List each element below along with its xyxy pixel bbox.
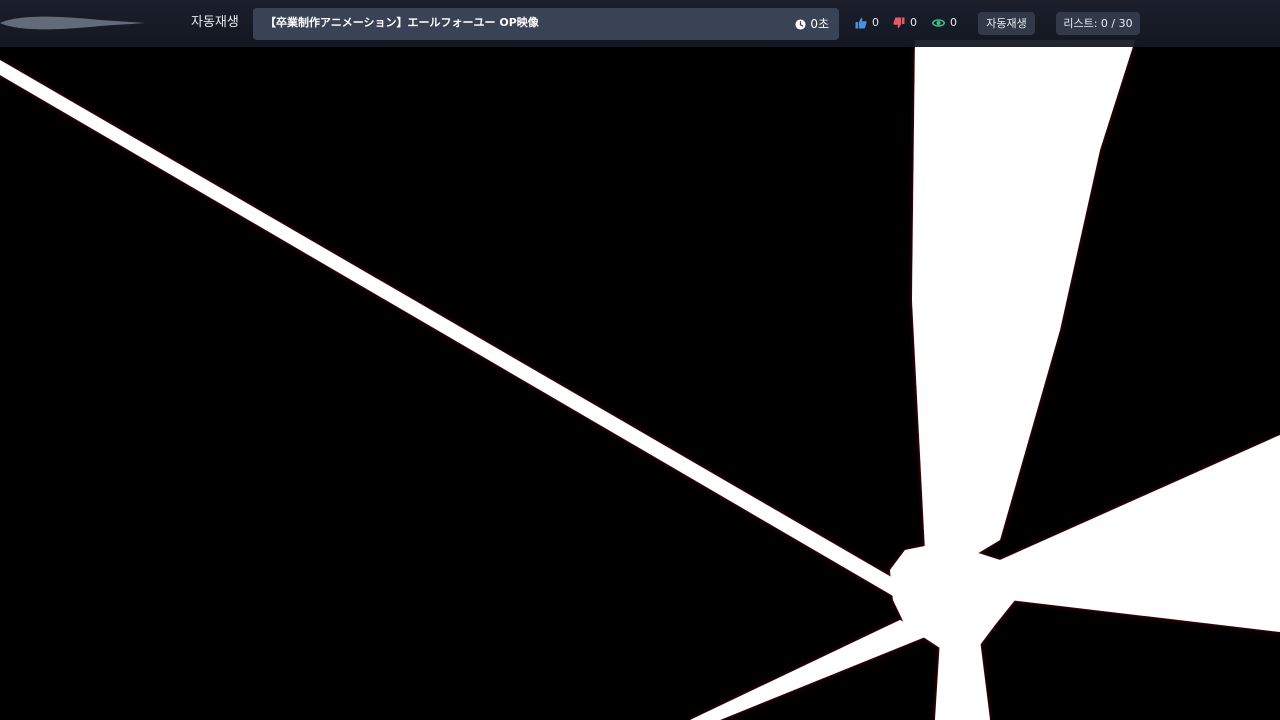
duration: 0초 <box>795 8 829 40</box>
logo-icon <box>0 16 145 30</box>
top-bar: 자동재생 【卒業制作アニメーション】エールフォーユー OP映像 0초 0 0 0… <box>0 0 1280 47</box>
playlist-button[interactable]: 리스트: 0 / 30 <box>1056 12 1140 35</box>
like-count[interactable]: 0 <box>855 14 879 32</box>
thumbs-down-icon <box>893 17 905 29</box>
view-count: 0 <box>932 14 957 32</box>
clock-icon <box>795 18 806 30</box>
view-count-value: 0 <box>950 16 957 29</box>
dislike-count[interactable]: 0 <box>893 14 917 32</box>
eye-icon <box>932 19 945 27</box>
video-title: 【卒業制作アニメーション】エールフォーユー OP映像 <box>265 16 539 29</box>
video-player[interactable] <box>0 0 1280 720</box>
duration-value: 0초 <box>810 17 829 31</box>
thumbs-up-icon <box>855 17 867 29</box>
like-count-value: 0 <box>872 16 879 29</box>
autoplay-button[interactable]: 자동재생 <box>978 12 1035 35</box>
video-title-box[interactable]: 【卒業制作アニメーション】エールフォーユー OP映像 0초 <box>253 8 839 40</box>
video-frame <box>0 40 1280 720</box>
autoplay-label: 자동재생 <box>191 15 239 30</box>
dislike-count-value: 0 <box>910 16 917 29</box>
